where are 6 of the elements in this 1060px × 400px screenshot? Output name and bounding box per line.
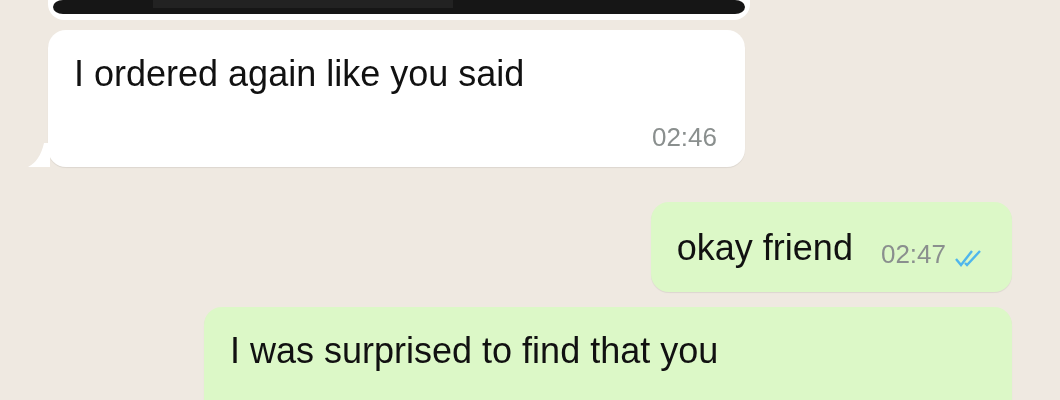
- photo-message[interactable]: [48, 0, 750, 20]
- message-time: 02:47: [880, 239, 946, 270]
- message-text: okay friend: [676, 226, 853, 270]
- message-text: I ordered again like you said: [74, 52, 526, 96]
- message-time: 02:46: [651, 122, 717, 153]
- message-text: I was surprised to find that you: [230, 329, 720, 373]
